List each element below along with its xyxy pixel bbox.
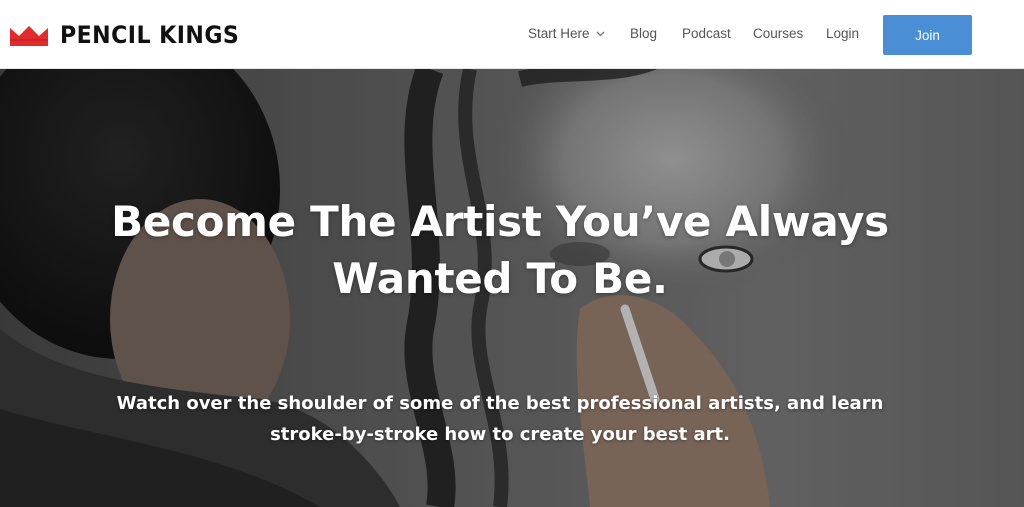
- hero-title: Become The Artist You’ve Always Wanted T…: [0, 193, 1000, 307]
- chevron-down-icon: [596, 31, 604, 37]
- nav-item-label: Start Here: [528, 26, 590, 41]
- nav-item-label: Courses: [753, 26, 804, 41]
- nav-item-start-here[interactable]: Start Here: [528, 26, 605, 41]
- hero-subtitle: Watch over the shoulder of some of the b…: [0, 388, 1000, 450]
- nav-item-label: Podcast: [682, 26, 731, 41]
- crown-icon: [10, 26, 48, 46]
- nav-item-blog[interactable]: Blog: [630, 26, 657, 41]
- nav-item-login[interactable]: Login: [826, 26, 859, 41]
- nav-item-label: Login: [826, 26, 860, 41]
- nav-item-label: Blog: [630, 26, 658, 41]
- site-logo[interactable]: PENCIL KINGS: [10, 20, 255, 50]
- hero-title-line-1: Become The Artist You’ve Always: [111, 197, 889, 246]
- hero-subtitle-line-1: Watch over the shoulder of some of the b…: [116, 393, 884, 414]
- join-button[interactable]: Join: [883, 15, 972, 55]
- hero-title-line-2: Wanted To Be.: [332, 254, 668, 303]
- hero-subtitle-line-2: stroke-by-stroke how to create your best…: [270, 424, 730, 445]
- nav-item-courses[interactable]: Courses: [753, 26, 803, 41]
- site-header: PENCIL KINGS Start Here Blog Podcast Cou…: [0, 0, 1024, 69]
- hero-section: Become The Artist You’ve Always Wanted T…: [0, 69, 1024, 507]
- nav-item-podcast[interactable]: Podcast: [682, 26, 731, 41]
- brand-name: PENCIL KINGS: [60, 21, 240, 49]
